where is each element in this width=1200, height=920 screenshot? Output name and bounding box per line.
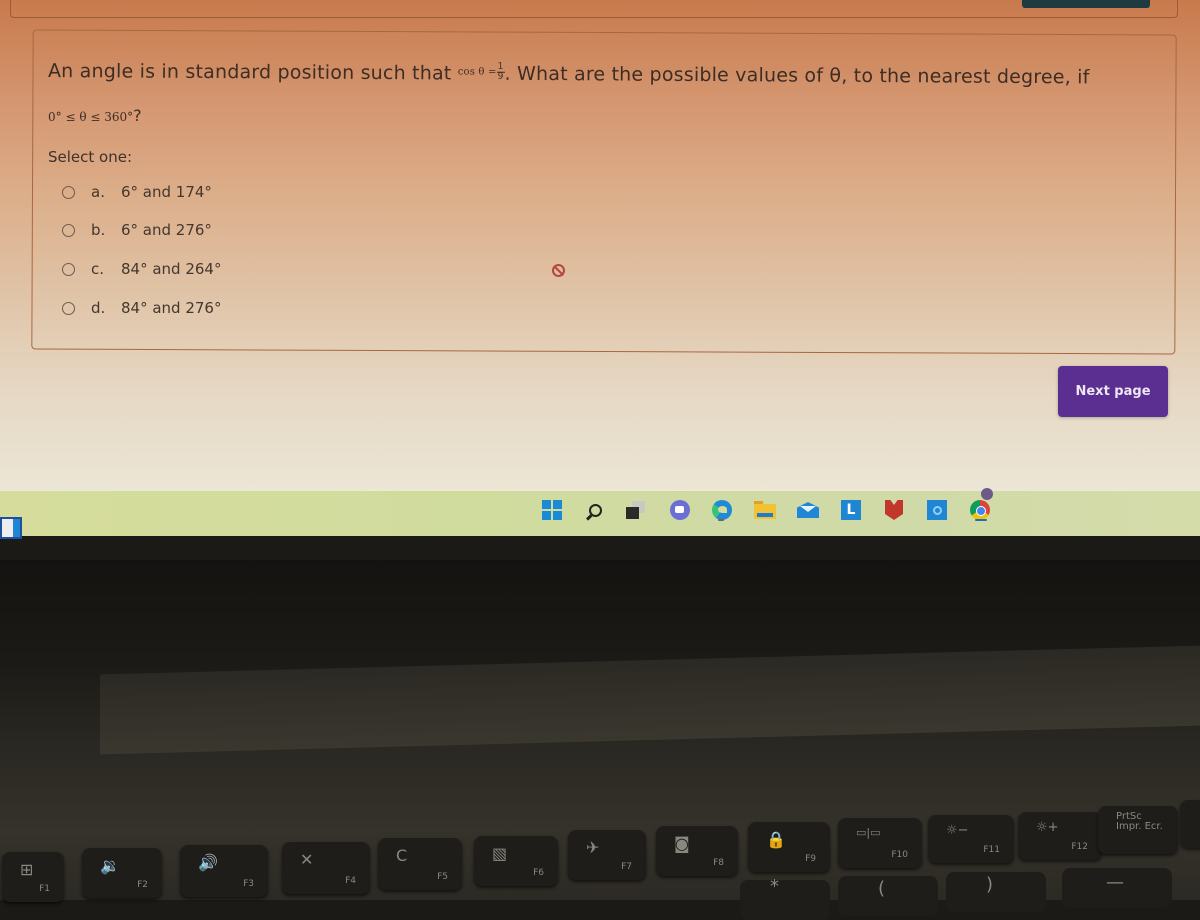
- not-allowed-cursor-icon: [552, 264, 565, 277]
- option-letter: c.: [91, 260, 105, 278]
- key-label: F6: [533, 868, 544, 878]
- minus-symbol: —: [1106, 872, 1124, 893]
- search-icon[interactable]: [584, 499, 606, 521]
- fraction: 19: [496, 62, 505, 82]
- option-d[interactable]: d. 84° and 276°: [62, 299, 221, 317]
- key-f6[interactable]: ▧ F6: [474, 836, 558, 886]
- key-label: F5: [437, 872, 448, 882]
- option-letter: d.: [91, 299, 106, 317]
- star-symbol: *: [770, 876, 779, 897]
- next-page-button[interactable]: Next page: [1058, 366, 1168, 417]
- key-label: F4: [345, 876, 356, 886]
- key-label: F8: [713, 858, 724, 868]
- key-minus[interactable]: —: [1062, 868, 1172, 908]
- edge-browser-icon[interactable]: [711, 499, 733, 521]
- option-a[interactable]: a. 6° and 174°: [62, 183, 212, 201]
- key-prtsc[interactable]: PrtSc Impr. Ecr.: [1098, 806, 1178, 854]
- option-letter: a.: [91, 183, 105, 201]
- edge-open-indicator: [718, 519, 724, 521]
- key-label: F9: [805, 854, 816, 864]
- option-text: 6° and 174°: [121, 183, 212, 201]
- question-text-part1: An angle is in standard position such th…: [47, 60, 458, 85]
- radio-button-c[interactable]: [62, 262, 75, 276]
- key-f7[interactable]: ✈ F7: [568, 830, 646, 880]
- angle-range: 0° ≤ θ ≤ 360°?: [48, 106, 142, 125]
- radio-button-a[interactable]: [62, 185, 75, 199]
- key-label: F2: [137, 880, 148, 890]
- teams-chat-icon[interactable]: [669, 499, 691, 521]
- brightness-up-icon: ☼+: [1036, 820, 1059, 835]
- key-f9[interactable]: 🔒 F9: [748, 822, 830, 872]
- key-f10[interactable]: ▭|▭ F10: [838, 818, 922, 868]
- radio-button-b[interactable]: [62, 223, 75, 237]
- task-view-icon[interactable]: [625, 499, 647, 521]
- option-b[interactable]: b. 6° and 276°: [62, 221, 212, 239]
- mic-mute-icon: ✕: [300, 850, 314, 869]
- range-expression: 0° ≤ θ ≤ 360°: [48, 110, 134, 124]
- cortana-icon[interactable]: [926, 499, 948, 521]
- key-f8[interactable]: ◙ F8: [656, 826, 738, 876]
- top-button[interactable]: [1022, 0, 1150, 8]
- fraction-denominator: 9: [497, 71, 504, 82]
- key-f11[interactable]: ☼− F11: [928, 815, 1014, 863]
- windows-start-icon[interactable]: [541, 499, 563, 521]
- volume-down-icon: 🔉: [100, 856, 120, 875]
- select-one-label: Select one:: [48, 148, 133, 166]
- key-9[interactable]: (: [838, 876, 938, 916]
- launcher-l-icon[interactable]: L: [840, 499, 862, 521]
- key-partial[interactable]: [1180, 800, 1200, 848]
- chrome-icon[interactable]: [969, 499, 991, 521]
- volume-up-icon: 🔊: [198, 853, 218, 872]
- key-label: F7: [621, 862, 632, 872]
- key-8[interactable]: *: [740, 876, 830, 920]
- prtsc-label: PrtSc Impr. Ecr.: [1116, 812, 1163, 832]
- option-letter: b.: [91, 221, 106, 239]
- refresh-icon: C: [396, 846, 408, 865]
- key-0[interactable]: ): [946, 872, 1046, 912]
- airplane-mode-icon: ✈: [586, 838, 600, 857]
- mail-icon[interactable]: [797, 499, 819, 521]
- previous-card: [10, 0, 1178, 18]
- key-f3[interactable]: 🔊 F3: [180, 845, 268, 897]
- key-glyph: ⊞: [20, 860, 34, 879]
- range-question-mark: ?: [133, 106, 142, 125]
- window-thumbnail-icon[interactable]: [0, 517, 22, 539]
- chrome-active-indicator: [975, 519, 987, 521]
- radio-button-d[interactable]: [62, 301, 75, 315]
- laptop-screen: An angle is in standard position such th…: [0, 0, 1200, 560]
- cos-theta: cos θ =: [457, 66, 497, 78]
- option-text: 84° and 276°: [121, 299, 222, 317]
- option-c[interactable]: c. 84° and 264°: [62, 260, 221, 278]
- key-label: F11: [983, 845, 1000, 855]
- key-f1[interactable]: ⊞ F1: [2, 852, 64, 902]
- file-explorer-icon[interactable]: [754, 499, 776, 521]
- key-label: F10: [891, 850, 908, 860]
- key-label: F3: [243, 879, 254, 889]
- lock-icon: 🔒: [766, 830, 786, 849]
- prtsc-line2: Impr. Ecr.: [1116, 821, 1163, 832]
- chrome-profile-avatar: [981, 488, 993, 500]
- question-text-part2: . What are the possible values of θ, to …: [504, 62, 1090, 89]
- screen-bottom-edge: [0, 536, 1200, 560]
- key-label: F12: [1071, 842, 1088, 852]
- option-text: 84° and 264°: [121, 260, 222, 278]
- option-text: 6° and 276°: [121, 221, 212, 239]
- key-f2[interactable]: 🔉 F2: [82, 848, 162, 898]
- camera-off-icon: ◙: [674, 834, 690, 853]
- display-switch-icon: ▭|▭: [856, 826, 881, 839]
- key-label: F1: [39, 884, 50, 894]
- key-f4[interactable]: ✕ F4: [282, 842, 370, 894]
- key-f12[interactable]: ☼+ F12: [1018, 812, 1102, 860]
- brightness-down-icon: ☼−: [946, 823, 969, 838]
- paren-open-symbol: (: [878, 878, 886, 899]
- launcher-l-label: L: [841, 500, 861, 520]
- touchpad-off-icon: ▧: [492, 844, 508, 863]
- paren-close-symbol: ): [986, 874, 994, 895]
- key-f5[interactable]: C F5: [378, 838, 462, 890]
- mcafee-icon[interactable]: [883, 499, 905, 521]
